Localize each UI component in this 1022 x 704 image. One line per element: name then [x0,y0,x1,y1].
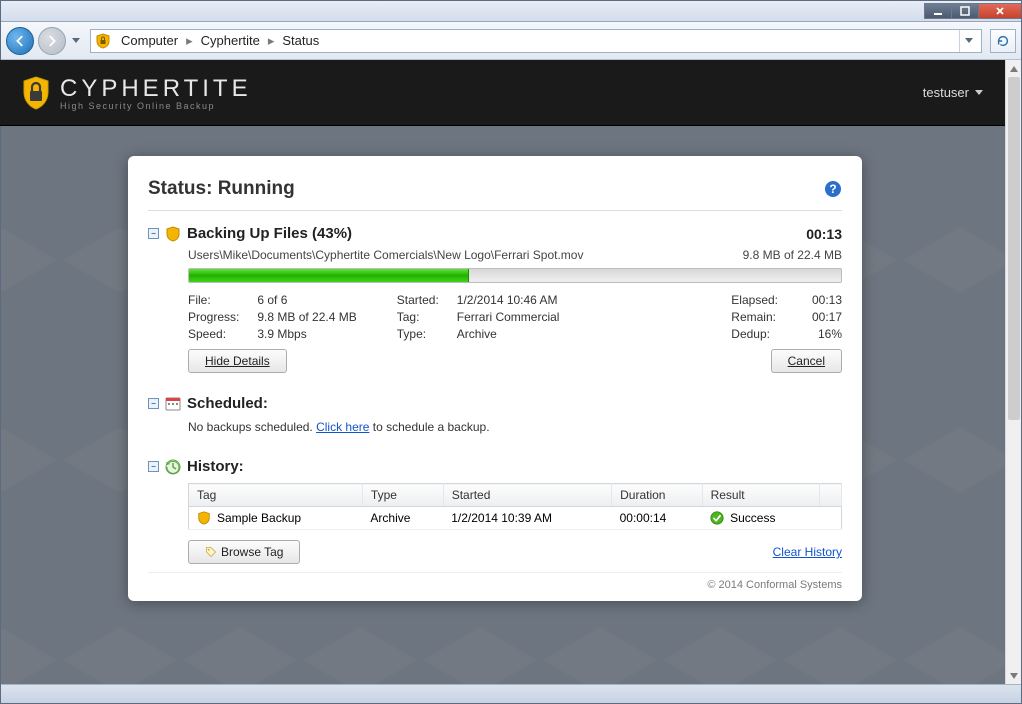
copyright-footer: © 2014 Conformal Systems [148,572,842,591]
backup-file-path: Users\Mike\Documents\Cyphertite Comercia… [188,248,583,262]
brand-name: CYPHERTITE [60,75,252,103]
backup-timer: 00:13 [806,226,842,242]
cancel-button[interactable]: Cancel [771,349,842,373]
history-section-header: − History: [148,458,842,475]
svg-text:?: ? [829,182,836,196]
progress-fill [189,269,469,282]
label-dedup: Dedup: [731,327,778,341]
hide-details-button[interactable]: Hide Details [188,349,287,373]
title-prefix: Status: [148,178,212,200]
chevron-right-icon: ▸ [184,33,195,49]
label-elapsed: Elapsed: [731,293,778,307]
browse-tag-button[interactable]: Browse Tag [188,540,300,564]
divider [148,210,842,211]
row-type: Archive [362,507,443,530]
row-duration: 00:00:14 [612,507,702,530]
value-remain: 00:17 [796,310,842,324]
col-duration[interactable]: Duration [612,484,702,507]
scheduled-text-pre: No backups scheduled. [188,420,316,434]
col-result[interactable]: Result [702,484,819,507]
backup-heading: Backing Up Files (43%) [187,225,352,242]
label-progress: Progress: [188,310,239,324]
history-heading: History: [187,458,244,475]
title-state: Running [218,178,295,200]
breadcrumb-page[interactable]: Status [276,33,325,48]
scheduled-body: No backups scheduled. Click here to sche… [188,420,842,434]
row-tag: Sample Backup [217,511,301,525]
vertical-scrollbar[interactable] [1005,60,1022,684]
col-spacer [820,484,842,507]
forward-button[interactable] [38,27,66,55]
chevron-down-icon [975,90,983,96]
label-tag: Tag: [397,310,439,324]
value-progress: 9.8 MB of 22.4 MB [257,310,356,324]
user-name: testuser [923,85,969,100]
window-bottom-border [0,684,1022,704]
backup-details: File: 6 of 6 Progress: 9.8 MB of 22.4 MB S… [188,293,842,341]
backup-progress-text: 9.8 MB of 22.4 MB [743,248,842,262]
scheduled-text-post: to schedule a backup. [369,420,489,434]
scheduled-section-header: − Scheduled: [148,395,842,412]
scroll-up-arrow[interactable] [1006,60,1022,77]
value-started: 1/2/2014 10:46 AM [457,293,560,307]
value-speed: 3.9 Mbps [257,327,356,341]
label-speed: Speed: [188,327,239,341]
value-dedup: 16% [796,327,842,341]
row-result: Success [730,511,775,525]
back-button[interactable] [6,27,34,55]
browse-tag-label: Browse Tag [221,545,283,559]
minimize-button[interactable] [924,3,952,19]
success-icon [710,511,724,525]
col-type[interactable]: Type [362,484,443,507]
shield-icon [165,226,181,242]
shield-icon [95,33,111,49]
col-started[interactable]: Started [443,484,611,507]
nav-toolbar: Computer ▸ Cyphertite ▸ Status [0,22,1022,60]
shield-icon [197,511,211,525]
value-file: 6 of 6 [257,293,356,307]
col-tag[interactable]: Tag [189,484,363,507]
close-button[interactable] [978,3,1022,19]
page-title: Status: Running ? [148,178,842,200]
maximize-button[interactable] [951,3,979,19]
status-card: Status: Running ? − Backing Up Files (43… [128,156,862,601]
chevron-right-icon: ▸ [266,33,277,49]
address-dropdown[interactable] [959,30,977,52]
breadcrumb-root[interactable]: Computer [115,33,184,48]
table-row[interactable]: Sample Backup Archive 1/2/2014 10:39 AM … [189,507,842,530]
scroll-down-arrow[interactable] [1006,667,1022,684]
help-icon[interactable]: ? [824,180,842,198]
collapse-toggle[interactable]: − [148,228,159,239]
calendar-icon [165,396,181,412]
window-titlebar [0,0,1022,22]
label-type: Type: [397,327,439,341]
history-table: Tag Type Started Duration Result Sample … [188,483,842,530]
collapse-toggle[interactable]: − [148,398,159,409]
progress-bar [188,268,842,283]
scheduled-heading: Scheduled: [187,395,268,412]
address-bar[interactable]: Computer ▸ Cyphertite ▸ Status [90,29,982,53]
history-icon [165,459,181,475]
nav-history-dropdown[interactable] [70,31,82,51]
user-menu[interactable]: testuser [923,85,983,100]
scroll-thumb[interactable] [1008,77,1020,420]
clear-history-link[interactable]: Clear History [773,545,842,559]
brand-header: CYPHERTITE High Security Online Backup t… [0,60,1005,126]
value-elapsed: 00:13 [796,293,842,307]
label-started: Started: [397,293,439,307]
logo-shield-icon [22,76,50,110]
value-type: Archive [457,327,560,341]
refresh-button[interactable] [990,29,1016,53]
collapse-toggle[interactable]: − [148,461,159,472]
breadcrumb-app[interactable]: Cyphertite [195,33,266,48]
label-remain: Remain: [731,310,778,324]
row-started: 1/2/2014 10:39 AM [443,507,611,530]
tag-icon [205,546,217,558]
schedule-backup-link[interactable]: Click here [316,420,369,434]
label-file: File: [188,293,239,307]
backup-section-header: − Backing Up Files (43%) 00:13 [148,225,842,242]
value-tag: Ferrari Commercial [457,310,560,324]
